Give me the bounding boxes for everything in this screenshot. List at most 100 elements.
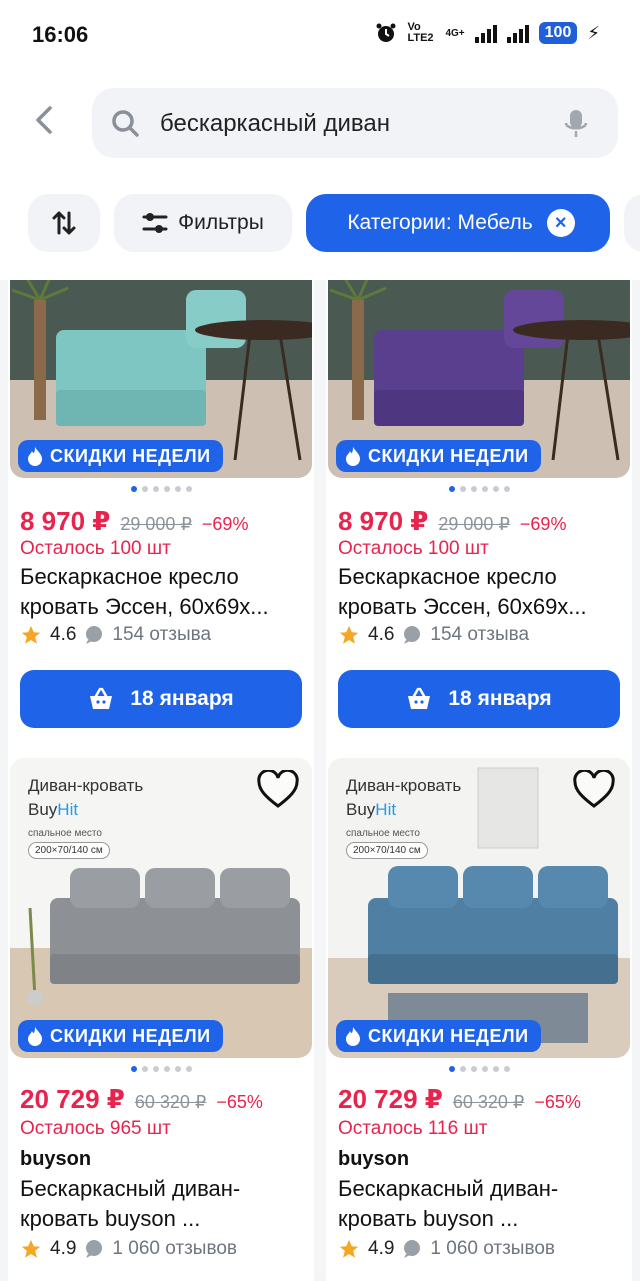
heart-icon[interactable] (256, 770, 300, 810)
signal-icon (474, 23, 497, 43)
basket-icon (408, 687, 431, 709)
charging-icon: ⚡ (587, 22, 600, 43)
brand-name[interactable]: buyson (338, 1148, 409, 1171)
product-card[interactable]: Диван-кровать BuyHit спальное место 200×7… (326, 756, 632, 1281)
current-price: 8 970 ₽ (338, 506, 429, 536)
sort-button[interactable] (28, 194, 100, 252)
stock-left: Осталось 100 шт (338, 538, 489, 559)
category-label: Категории: Мебель (347, 211, 533, 234)
basket-icon (90, 687, 113, 709)
close-icon[interactable]: × (546, 209, 575, 237)
price-row: 8 970 ₽ 29 000 ₽ −69% (338, 506, 566, 537)
image-size-pill: 200×70/140 см (346, 842, 428, 859)
old-price: 29 000 ₽ (438, 514, 510, 534)
brand-name[interactable]: buyson (20, 1148, 91, 1171)
reviews-count: 1 060 отзывов (430, 1238, 556, 1259)
filters-label: Фильтры (178, 211, 264, 234)
stock-left: Осталось 116 шт (338, 1118, 488, 1139)
rating-value: 4.6 (368, 624, 395, 645)
old-price: 29 000 ₽ (120, 514, 192, 534)
weekly-discount-badge: СКИДКИ НЕДЕЛИ (18, 440, 223, 472)
rating-row: 4.9 1 060 отзывов (20, 1238, 237, 1260)
old-price: 60 320 ₽ (452, 1092, 525, 1112)
weekly-discount-badge: СКИДКИ НЕДЕЛИ (336, 1020, 541, 1052)
reviews-count: 1 060 отзывов (112, 1238, 238, 1259)
image-size-pill: 200×70/140 см (28, 842, 110, 859)
comment-icon (404, 626, 421, 644)
search-icon (112, 110, 139, 137)
image-caption: Диван-кровать BuyHit (346, 776, 462, 819)
search-query: бескаркасный диван (160, 110, 390, 137)
comment-icon (86, 1240, 103, 1258)
badge-label: СКИДКИ НЕДЕЛИ (368, 445, 529, 466)
image-pager (8, 1066, 314, 1072)
badge-label: СКИДКИ НЕДЕЛИ (50, 445, 211, 466)
product-card[interactable]: Диван-кровать BuyHit спальное место 200×7… (8, 756, 314, 1281)
badge-label: СКИДКИ НЕДЕЛИ (368, 1025, 529, 1046)
product-title[interactable]: Бескаркасный диван-кровать buyson ... (20, 1174, 304, 1234)
fire-icon (28, 447, 42, 466)
category-chip[interactable]: Категории: Мебель × (306, 194, 610, 252)
product-grid: СКИДКИ НЕДЕЛИ 8 970 ₽ 29 000 ₽ −69% Оста… (0, 280, 640, 1281)
product-title[interactable]: Бескаркасный диван-кровать buyson ... (338, 1174, 622, 1234)
price-row: 20 729 ₽ 60 320 ₽ −65% (20, 1084, 263, 1115)
delivery-date: 18 января (130, 687, 234, 710)
price-row: 20 729 ₽ 60 320 ₽ −65% (338, 1084, 581, 1115)
add-to-cart-button[interactable]: 18 января (338, 670, 620, 728)
product-title[interactable]: Бескаркасное кресло кровать Эссен, 60х69… (20, 562, 304, 622)
add-to-cart-button[interactable]: 18 января (20, 670, 302, 728)
badge-label: СКИДКИ НЕДЕЛИ (50, 1025, 211, 1046)
sliders-icon (142, 213, 168, 233)
stock-left: Осталось 100 шт (20, 538, 171, 559)
back-chevron-icon[interactable] (30, 102, 70, 142)
status-icons: Vo LTE2 4G+ 100 ⚡ (375, 22, 600, 44)
rating-value: 4.9 (368, 1238, 395, 1259)
network-label: Vo LTE2 (407, 21, 434, 44)
star-icon (339, 1239, 359, 1258)
weekly-discount-badge: СКИДКИ НЕДЕЛИ (336, 440, 541, 472)
status-time: 16:06 (32, 22, 89, 47)
image-pager (326, 486, 632, 492)
rating-value: 4.9 (50, 1238, 77, 1259)
heart-icon[interactable] (572, 770, 616, 810)
fire-icon (346, 1027, 360, 1046)
sort-icon (52, 211, 76, 235)
image-caption: Диван-кровать BuyHit (28, 776, 144, 819)
star-icon (21, 625, 41, 644)
star-icon (21, 1239, 41, 1258)
discount: −69% (201, 514, 249, 534)
microphone-icon[interactable] (564, 108, 588, 140)
current-price: 20 729 ₽ (20, 1084, 125, 1114)
weekly-discount-badge: СКИДКИ НЕДЕЛИ (18, 1020, 223, 1052)
more-chip[interactable] (624, 194, 640, 252)
rating-value: 4.6 (50, 624, 77, 645)
star-icon (339, 625, 359, 644)
image-pager (326, 1066, 632, 1072)
alarm-icon (376, 23, 396, 42)
fire-icon (346, 447, 360, 466)
filters-button[interactable]: Фильтры (114, 194, 292, 252)
search-row: бескаркасный диван (0, 88, 640, 160)
stock-left: Осталось 965 шт (20, 1118, 171, 1139)
discount: −69% (519, 514, 567, 534)
product-title[interactable]: Бескаркасное кресло кровать Эссен, 60х69… (338, 562, 622, 622)
battery-level: 100 (538, 22, 578, 44)
reviews-count: 154 отзыва (430, 624, 530, 645)
network-label-4g: 4G+ (445, 27, 465, 39)
rating-row: 4.6 154 отзыва (20, 624, 211, 646)
price-row: 8 970 ₽ 29 000 ₽ −69% (20, 506, 248, 537)
discount: −65% (534, 1092, 581, 1112)
comment-icon (86, 626, 103, 644)
current-price: 20 729 ₽ (338, 1084, 443, 1114)
delivery-date: 18 января (448, 687, 552, 710)
status-bar: 16:06 Vo LTE2 4G+ 100 ⚡ (0, 0, 640, 72)
discount: −65% (216, 1092, 263, 1112)
rating-row: 4.9 1 060 отзывов (338, 1238, 555, 1260)
search-input[interactable]: бескаркасный диван (92, 88, 618, 158)
fire-icon (28, 1027, 42, 1046)
old-price: 60 320 ₽ (134, 1092, 207, 1112)
current-price: 8 970 ₽ (20, 506, 111, 536)
filter-chips: Фильтры Категории: Мебель × (0, 194, 640, 252)
comment-icon (404, 1240, 421, 1258)
image-pager (8, 486, 314, 492)
